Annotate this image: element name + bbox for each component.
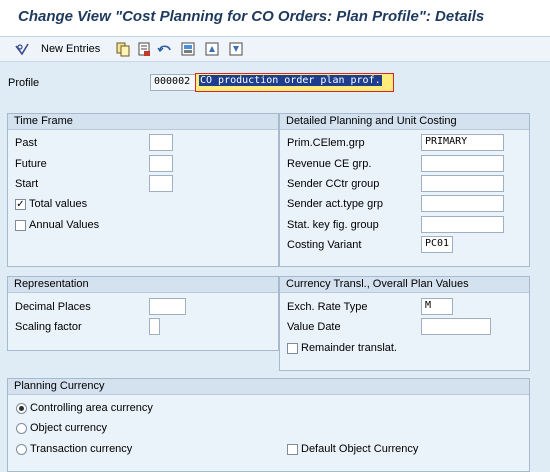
past-label: Past [15, 137, 38, 149]
value-date-label: Value Date [287, 321, 341, 333]
time-frame-panel: Time Frame [7, 113, 279, 267]
sender-act-label: Sender act.type grp [287, 198, 384, 210]
profile-description-text: CO production order plan prof. [199, 75, 382, 86]
first-entry-icon[interactable] [204, 41, 220, 57]
representation-title: Representation [8, 277, 278, 293]
transaction-currency-label: Transaction currency [30, 443, 133, 455]
planning-currency-title: Planning Currency [8, 379, 529, 395]
copy-icon[interactable] [115, 41, 131, 57]
annual-values-label: Annual Values [29, 219, 100, 231]
value-date-input[interactable] [421, 318, 491, 335]
application-toolbar: New Entries [0, 37, 550, 62]
remainder-translat-checkbox[interactable] [287, 343, 298, 354]
stat-key-label: Stat. key fig. group [287, 219, 379, 231]
decimal-places-input[interactable] [149, 298, 186, 315]
stat-key-input[interactable] [421, 216, 504, 233]
exch-rate-label: Exch. Rate Type [287, 301, 368, 313]
default-object-currency-checkbox[interactable] [287, 444, 298, 455]
next-entry-icon[interactable] [228, 41, 244, 57]
total-values-checkbox[interactable]: ✓ [15, 199, 26, 210]
scaling-factor-label: Scaling factor [15, 321, 82, 333]
sender-cctr-label: Sender CCtr group [287, 178, 380, 190]
profile-description-field[interactable]: CO production order plan prof. [195, 73, 394, 92]
revenue-ce-input[interactable] [421, 155, 504, 172]
total-values-label: Total values [29, 198, 88, 210]
glasses-icon[interactable] [14, 41, 30, 57]
past-input[interactable] [149, 134, 173, 151]
controlling-area-currency-label: Controlling area currency [30, 402, 153, 414]
sender-cctr-input[interactable] [421, 175, 504, 192]
new-entries-button[interactable]: New Entries [41, 43, 100, 55]
object-currency-label: Object currency [30, 422, 108, 434]
prim-celem-input[interactable]: PRIMARY [421, 134, 504, 151]
undo-icon[interactable] [157, 41, 173, 57]
revenue-ce-label: Revenue CE grp. [287, 158, 372, 170]
representation-panel: Representation [7, 276, 279, 351]
delete-icon[interactable] [136, 41, 152, 57]
transaction-currency-radio[interactable] [16, 444, 27, 455]
future-input[interactable] [149, 155, 173, 172]
currency-translation-title: Currency Transl., Overall Plan Values [280, 277, 529, 293]
costing-variant-label: Costing Variant [287, 239, 362, 251]
exch-rate-input[interactable]: M [421, 298, 453, 315]
sender-act-input[interactable] [421, 195, 504, 212]
decimal-places-label: Decimal Places [15, 301, 91, 313]
costing-variant-input[interactable]: PC01 [421, 236, 453, 253]
page-title: Change View "Cost Planning for CO Orders… [18, 8, 485, 25]
detailed-planning-title: Detailed Planning and Unit Costing [280, 114, 529, 130]
controlling-area-currency-radio[interactable] [16, 403, 27, 414]
object-currency-radio[interactable] [16, 423, 27, 434]
start-label: Start [15, 178, 39, 190]
start-input[interactable] [149, 175, 173, 192]
scaling-factor-input[interactable] [149, 318, 160, 335]
profile-label: Profile [8, 77, 40, 89]
annual-values-checkbox[interactable] [15, 220, 26, 231]
remainder-translat-label: Remainder translat. [301, 342, 397, 354]
profile-code-field[interactable]: 000002 [150, 74, 196, 91]
default-object-currency-label: Default Object Currency [301, 443, 419, 455]
time-frame-title: Time Frame [8, 114, 278, 130]
prim-celem-label: Prim.CElem.grp [287, 137, 365, 149]
future-label: Future [15, 158, 47, 170]
title-bar: Change View "Cost Planning for CO Orders… [0, 0, 550, 37]
transport-icon[interactable] [180, 41, 196, 57]
